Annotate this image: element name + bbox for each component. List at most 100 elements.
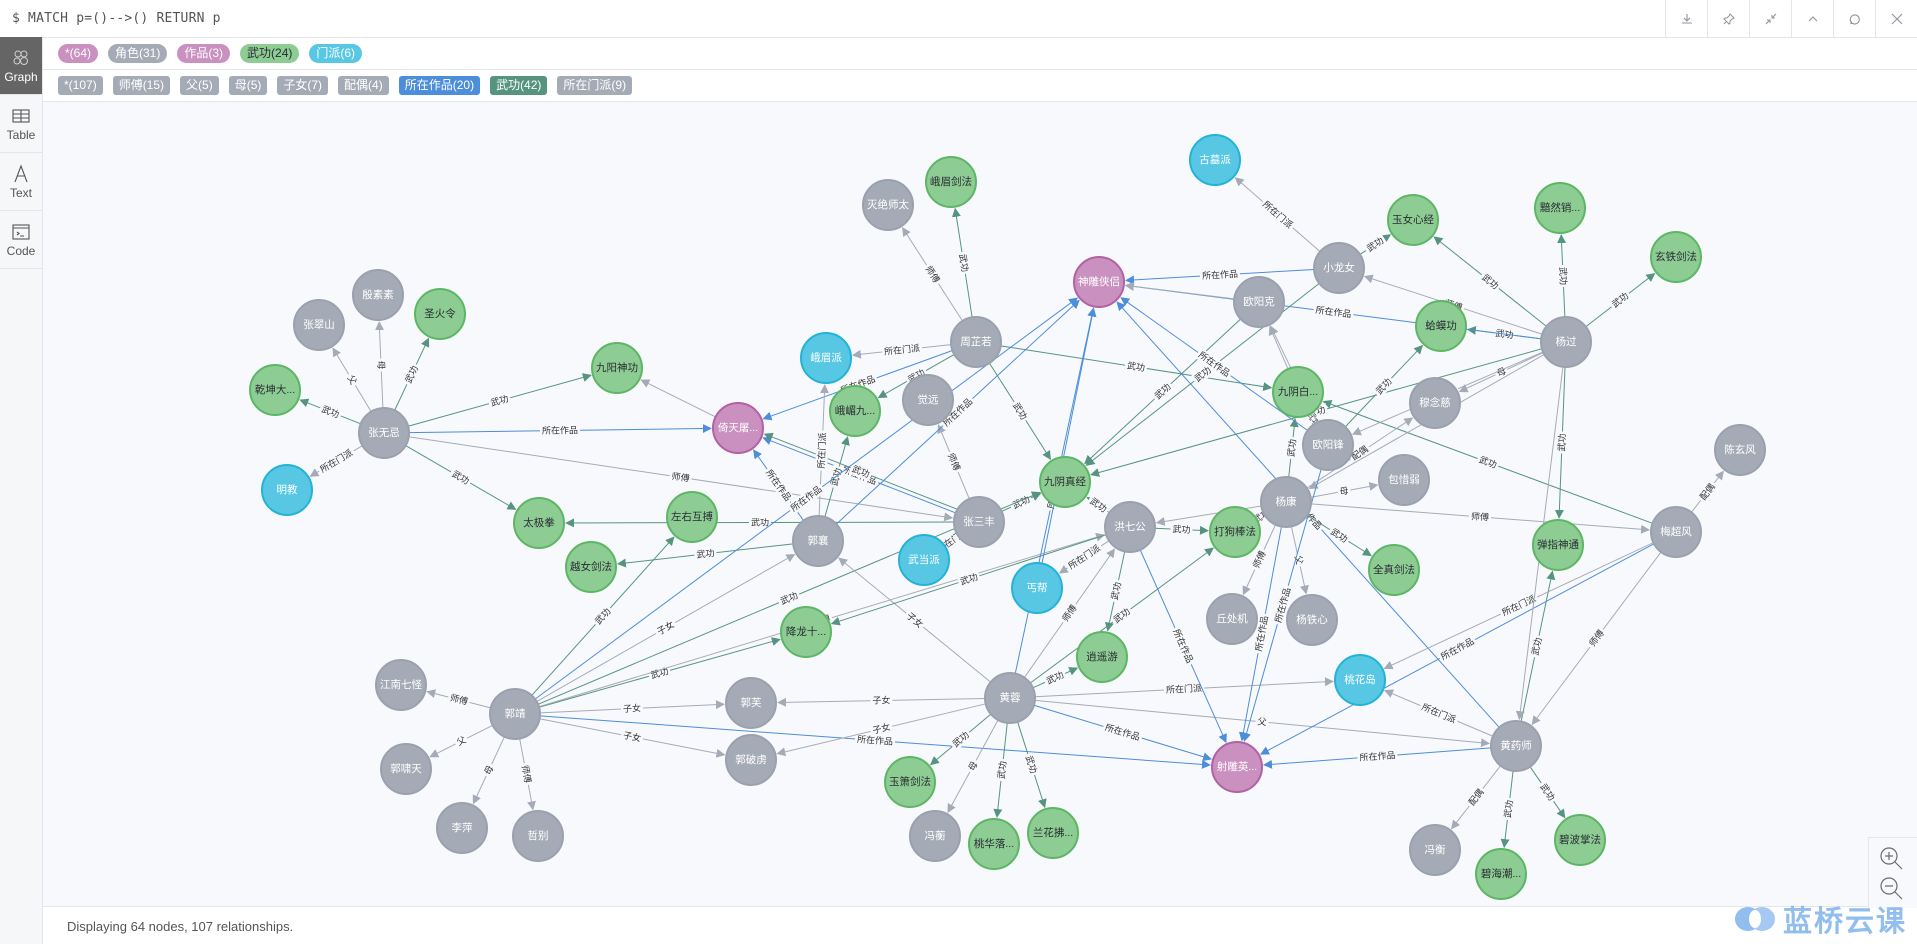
graph-node[interactable]: 九阳神功 bbox=[591, 342, 643, 394]
relationship[interactable]: 师傅 bbox=[426, 689, 491, 709]
relationship[interactable]: 所在门派 bbox=[309, 445, 363, 477]
relationship[interactable]: 武功 bbox=[1084, 318, 1242, 465]
chevron-up-button[interactable] bbox=[1791, 0, 1833, 37]
relationship[interactable]: 武功 bbox=[1585, 272, 1656, 328]
graph-node[interactable]: 李萍 bbox=[436, 802, 488, 854]
relationship[interactable]: 师傅 bbox=[902, 226, 963, 322]
graph-node[interactable]: 峨嵋九... bbox=[829, 385, 881, 437]
graph-node[interactable]: 武当派 bbox=[898, 534, 950, 586]
relationship[interactable] bbox=[1041, 307, 1097, 564]
relationship[interactable]: 所在作品 bbox=[408, 423, 712, 437]
graph-node[interactable]: 明教 bbox=[261, 464, 313, 516]
relationship[interactable]: 武功 bbox=[616, 543, 794, 568]
relationship[interactable]: 所在门派 bbox=[1383, 542, 1654, 670]
pin-button[interactable] bbox=[1707, 0, 1749, 37]
relationship-type-tag[interactable]: 父(5) bbox=[180, 76, 219, 95]
relationship[interactable]: 武功 bbox=[1500, 770, 1516, 849]
graph-node[interactable]: 郭破虏 bbox=[725, 734, 777, 786]
relationship[interactable]: 师傅 bbox=[518, 738, 536, 811]
graph-node[interactable]: 左右互搏 bbox=[666, 491, 718, 543]
graph-node[interactable]: 倚天屠... bbox=[712, 402, 764, 454]
graph-node[interactable]: 九阴白... bbox=[1272, 366, 1324, 418]
relationship-type-tag[interactable]: 师傅(15) bbox=[112, 76, 171, 95]
relationship[interactable]: 所在作品 bbox=[1033, 704, 1213, 762]
relationship[interactable]: 武功 bbox=[1284, 417, 1300, 478]
relationship-type-tag[interactable]: 所在门派(9) bbox=[557, 76, 633, 95]
graph-node[interactable]: 蛤蟆功 bbox=[1415, 300, 1467, 352]
relationship[interactable]: 武功 bbox=[929, 713, 992, 766]
relationship[interactable]: 所在门派 bbox=[1058, 540, 1110, 574]
relationship[interactable]: 配偶 bbox=[1690, 470, 1724, 513]
relationship[interactable]: 配偶 bbox=[1451, 765, 1502, 830]
relationship[interactable]: 所在门派 bbox=[1384, 689, 1494, 737]
graph-node[interactable]: 觉远 bbox=[902, 374, 954, 426]
graph-node[interactable]: 冯衡 bbox=[1409, 824, 1461, 876]
relationship[interactable]: 武功 bbox=[1017, 721, 1047, 809]
relationship[interactable]: 武功 bbox=[565, 516, 955, 529]
relationship[interactable]: 父 bbox=[332, 347, 372, 412]
graph-node[interactable]: 郭靖 bbox=[489, 688, 541, 740]
graph-node[interactable]: 峨眉派 bbox=[800, 332, 852, 384]
graph-node[interactable]: 九阴真经 bbox=[1039, 456, 1091, 508]
relationship[interactable]: 武功 bbox=[1322, 399, 1653, 524]
relationship[interactable]: 师傅 bbox=[1310, 503, 1650, 534]
graph-node[interactable]: 哲别 bbox=[512, 810, 564, 862]
relationship[interactable]: 武功 bbox=[993, 722, 1010, 819]
node-label-pill[interactable]: *(64) bbox=[58, 44, 99, 63]
graph-node[interactable]: 陈玄风 bbox=[1714, 424, 1766, 476]
graph-node[interactable]: 射雕英... bbox=[1211, 741, 1263, 793]
graph-node[interactable]: 弹指神通 bbox=[1532, 519, 1584, 571]
graph-node[interactable]: 圣火令 bbox=[414, 288, 466, 340]
graph-node[interactable]: 灭绝师太 bbox=[862, 179, 914, 231]
relationship[interactable]: 所在门派 bbox=[851, 341, 952, 359]
graph-node[interactable]: 洪七公 bbox=[1104, 501, 1156, 553]
node-label-pill[interactable]: 门派(6) bbox=[309, 44, 363, 63]
relationship[interactable]: 武功 bbox=[405, 445, 517, 510]
relationship-type-tag[interactable]: 所在作品(20) bbox=[398, 76, 481, 95]
relationship[interactable]: 所在作品 bbox=[1263, 747, 1492, 769]
relationship[interactable]: 武功 bbox=[1085, 493, 1111, 517]
graph-node[interactable]: 黄药师 bbox=[1490, 720, 1542, 772]
relationship[interactable]: 武功 bbox=[394, 337, 430, 411]
relationship[interactable]: 所在门派 bbox=[1234, 177, 1321, 252]
graph-node[interactable]: 玉女心经 bbox=[1387, 194, 1439, 246]
graph-node[interactable]: 太极拳 bbox=[513, 497, 565, 549]
graph-node[interactable]: 兰花拂... bbox=[1027, 807, 1079, 859]
tab-graph[interactable]: Graph bbox=[0, 37, 42, 95]
graph-node[interactable]: 降龙十... bbox=[780, 606, 832, 658]
graph-node[interactable]: 玉箫剑法 bbox=[884, 756, 936, 808]
graph-node[interactable]: 逍遥游 bbox=[1076, 631, 1128, 683]
relationship[interactable]: 母 bbox=[472, 736, 505, 805]
graph-svg[interactable]: 父母武功武功所在门派武功所在作品武功师傅武功所在作品所在门派武功师傅武功师傅武功… bbox=[43, 102, 1917, 907]
relationship[interactable] bbox=[1124, 281, 1235, 300]
relationship[interactable]: 武功 bbox=[1154, 522, 1209, 536]
graph-node[interactable]: 郭啸天 bbox=[380, 743, 432, 795]
relationship[interactable]: 子女 bbox=[777, 694, 986, 707]
graph-node[interactable]: 全真剑法 bbox=[1368, 544, 1420, 596]
graph-node[interactable]: 神雕侠侣 bbox=[1073, 256, 1125, 308]
graph-node[interactable]: 穆念慈 bbox=[1409, 377, 1461, 429]
graph-node[interactable]: 黄蓉 bbox=[984, 672, 1036, 724]
graph-node[interactable]: 打狗棒法 bbox=[1209, 506, 1261, 558]
relationship[interactable]: 武功 bbox=[1556, 234, 1570, 318]
query-text[interactable]: $ MATCH p=()-->() RETURN p bbox=[12, 11, 221, 26]
relationship[interactable]: 父 bbox=[1290, 526, 1309, 595]
relationship-type-tag[interactable]: 母(5) bbox=[228, 76, 268, 95]
graph-node[interactable]: 越女剑法 bbox=[565, 541, 617, 593]
graph-node[interactable]: 郭芙 bbox=[725, 677, 777, 729]
download-button[interactable] bbox=[1665, 0, 1707, 37]
node-label-pill[interactable]: 角色(31) bbox=[108, 44, 168, 63]
relationship[interactable]: 父 bbox=[429, 724, 493, 758]
relationship[interactable]: 子女 bbox=[539, 718, 726, 758]
tab-code[interactable]: Code bbox=[0, 211, 42, 269]
relationship[interactable]: 武功 bbox=[988, 362, 1051, 460]
graph-canvas[interactable]: 父母武功武功所在门派武功所在作品武功师傅武功所在作品所在门派武功师傅武功师傅武功… bbox=[43, 102, 1917, 907]
relationship[interactable]: 武功 bbox=[1554, 366, 1569, 519]
relationship-line[interactable] bbox=[1268, 325, 1289, 370]
graph-node[interactable]: 碧波掌法 bbox=[1554, 814, 1606, 866]
relationship[interactable]: 武功 bbox=[1529, 766, 1566, 819]
graph-node[interactable]: 周芷若 bbox=[950, 316, 1002, 368]
node-label-pill[interactable]: 武功(24) bbox=[240, 44, 300, 63]
graph-node[interactable]: 桃华落... bbox=[968, 818, 1020, 870]
relationship-line[interactable] bbox=[1124, 281, 1235, 300]
